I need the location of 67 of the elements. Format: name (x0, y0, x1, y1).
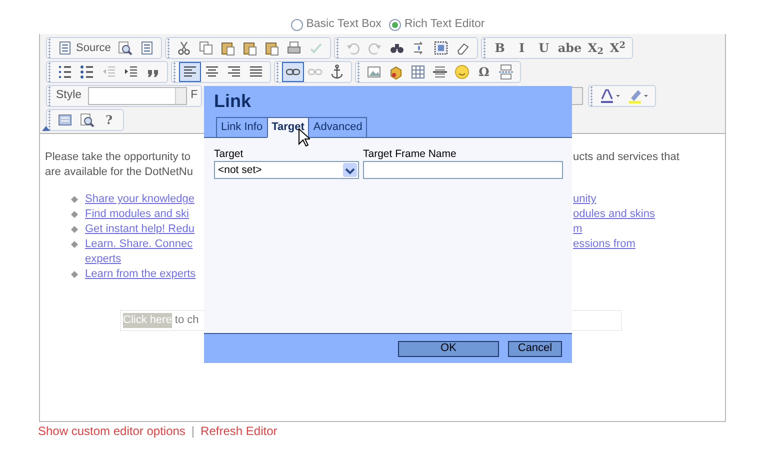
field-label: Target Frame Name (363, 148, 458, 161)
dotted-square-icon (432, 40, 449, 56)
list-link[interactable]: Share your knowledge (85, 193, 194, 205)
text-field[interactable] (363, 161, 563, 179)
table-grid-icon (410, 64, 426, 80)
toolbar-button[interactable]: B (488, 38, 511, 58)
scissors-icon (176, 40, 192, 56)
toolbar-button[interactable]: X$^{2}$ (606, 38, 629, 58)
target-dropdown[interactable]: <not set> (214, 161, 359, 179)
numbered-list-icon (57, 64, 73, 80)
list-link[interactable]: experts (85, 253, 122, 265)
magnifier-icon (79, 112, 95, 128)
clipboard-icon (220, 40, 236, 56)
dialog-button[interactable]: OK (398, 340, 499, 356)
separator-text: | (191, 424, 195, 438)
image-icon (366, 64, 382, 80)
clipboard-icon (242, 40, 258, 56)
paragraph-text: are available for the DotNetNu (45, 166, 193, 178)
list-link[interactable]: m (573, 222, 582, 237)
list-link[interactable]: odules and skins (573, 207, 655, 222)
style-label: Style (55, 88, 83, 104)
footer-link[interactable]: Refresh Editor (200, 424, 278, 438)
horizontal-lines-icon (432, 64, 448, 80)
page-icon (57, 40, 73, 56)
printer-icon (286, 40, 302, 56)
bullet-list-icon (79, 64, 95, 80)
window-icon (57, 112, 73, 128)
page-icon (138, 40, 155, 56)
radio-button[interactable] (291, 19, 304, 31)
banner-text: to ch (174, 313, 199, 328)
format-label: F (190, 88, 198, 104)
cube-icon (388, 64, 404, 80)
smiley-icon (454, 64, 470, 80)
list-link[interactable]: Learn. Share. Connec (85, 238, 193, 250)
list-link[interactable]: unity (573, 192, 596, 207)
page-break-icon (498, 64, 514, 80)
anchor-icon (329, 64, 345, 80)
paragraph-text: Please take the opportunity to (45, 151, 191, 163)
field-label: Target (214, 148, 244, 161)
dialog-button[interactable]: Cancel (508, 340, 562, 356)
footer-link[interactable]: Show custom editor options (38, 424, 186, 438)
list-link[interactable]: Get instant help! Redu (85, 223, 194, 235)
copy-icon (198, 40, 214, 56)
list-link[interactable]: essions from (573, 237, 636, 252)
toolbar-button[interactable]: abe (554, 38, 585, 58)
toolbar-button[interactable] (282, 62, 304, 82)
clipboard-icon (264, 40, 280, 56)
toolbar-button[interactable]: ? (98, 110, 120, 130)
collapse-toggle-icon[interactable] (42, 126, 50, 131)
radio-label[interactable]: Rich Text Editor (404, 16, 485, 34)
dialog-title: Link (213, 90, 252, 113)
list-link[interactable]: Find modules and ski (85, 208, 189, 220)
toolbar-button[interactable]: Ω (473, 62, 495, 82)
radio-button[interactable] (389, 19, 402, 31)
radio-label[interactable]: Basic Text Box (306, 16, 382, 34)
list-link[interactable]: Learn from the experts (85, 268, 196, 280)
paragraph-text: ucts and services that (573, 150, 680, 165)
font-color-icon (599, 88, 621, 104)
highlighter-icon (627, 88, 649, 104)
toolbar-button[interactable]: U (532, 38, 555, 58)
toolbar-button[interactable]: Source (54, 38, 114, 58)
toolbar-button[interactable] (179, 62, 201, 82)
dialog-tab[interactable]: Advanced (308, 117, 368, 138)
toolbar-button[interactable]: X$_{2}$ (584, 38, 607, 58)
toolbar-button[interactable]: I (510, 38, 533, 58)
dialog-tab[interactable]: Link Info (216, 117, 268, 138)
magnifier-icon (116, 40, 133, 56)
